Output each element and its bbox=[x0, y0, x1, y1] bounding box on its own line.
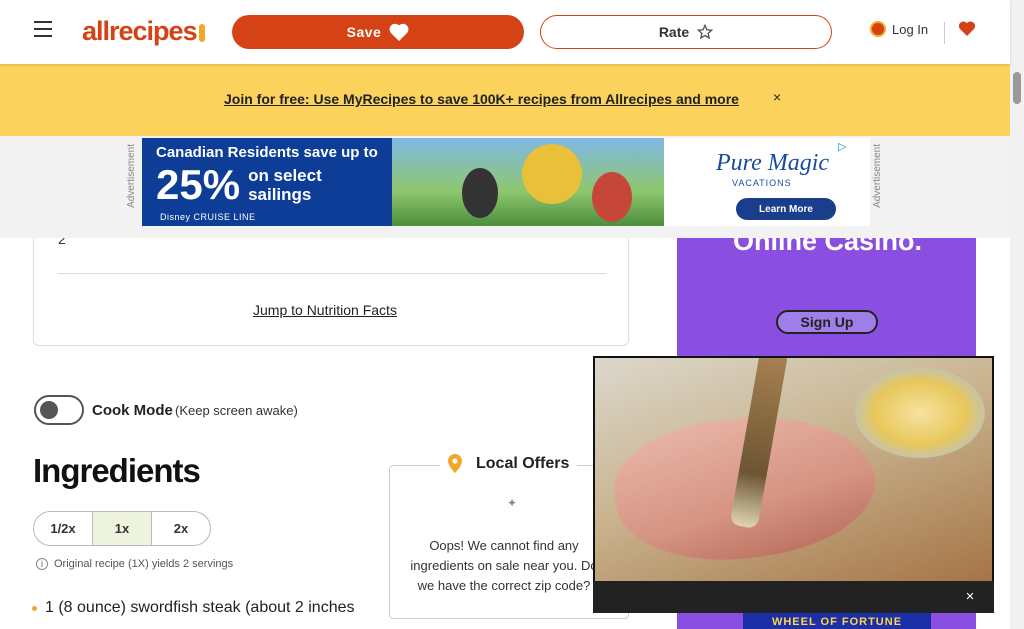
local-offers-header: Local Offers bbox=[440, 454, 578, 473]
ad-right-brand: Pure Magic bbox=[716, 150, 830, 176]
location-pin-icon bbox=[448, 454, 462, 473]
top-ad-region: Advertisement Advertisement Canadian Res… bbox=[0, 136, 1010, 238]
jump-to-nutrition-link[interactable]: Jump to Nutrition Facts bbox=[253, 302, 397, 318]
ad-banner[interactable]: Canadian Residents save up to 25% on sel… bbox=[142, 138, 870, 226]
ad-percent: 25% bbox=[156, 161, 241, 208]
ad-sub-line2: sailings bbox=[248, 185, 312, 204]
loading-icon: ✦ bbox=[507, 496, 518, 510]
video-frame[interactable] bbox=[595, 358, 992, 581]
cook-mode-label: Cook Mode bbox=[92, 402, 173, 419]
rate-button-label: Rate bbox=[658, 24, 690, 40]
video-control-bar bbox=[593, 581, 994, 613]
original-recipe-note: i Original recipe (1X) yields 2 servings bbox=[36, 558, 233, 570]
site-logo[interactable]: allrecipes bbox=[82, 16, 205, 48]
logo-text: allrecipes bbox=[82, 16, 198, 46]
ad-right-sub: VACATIONS bbox=[732, 178, 792, 188]
ad-character bbox=[522, 144, 582, 204]
login-button[interactable]: Log In bbox=[870, 21, 928, 37]
bowl-image bbox=[855, 368, 985, 458]
recipe-details-card: 2 bbox=[33, 225, 629, 346]
ad-label: Advertisement bbox=[872, 144, 883, 208]
ad-choices-icon[interactable]: ▷ bbox=[838, 140, 846, 153]
heart-icon bbox=[958, 21, 976, 36]
site-header: allrecipes Save Rate Log In bbox=[0, 0, 1010, 64]
ad-offer: 25% on select sailings bbox=[156, 164, 378, 206]
ad-sub-line1: on select bbox=[248, 166, 322, 185]
close-icon[interactable]: × bbox=[773, 90, 787, 104]
join-promo-link[interactable]: Join for free: Use MyRecipes to save 100… bbox=[224, 91, 739, 107]
ingredient-text: 1 (8 ounce) swordfish steak (about 2 inc… bbox=[45, 599, 355, 616]
scale-2x-button[interactable]: 2x bbox=[152, 512, 210, 545]
cook-mode-toggle[interactable] bbox=[34, 395, 84, 425]
page-scrollbar[interactable] bbox=[1010, 0, 1024, 629]
page: allrecipes Save Rate Log In Join for fre… bbox=[0, 0, 1024, 629]
ad-headline: Canadian Residents save up to bbox=[156, 144, 378, 161]
user-icon bbox=[870, 21, 886, 37]
local-offers-title: Local Offers bbox=[476, 454, 570, 472]
ad-label: Advertisement bbox=[126, 144, 137, 208]
ad-sub: on select sailings bbox=[248, 166, 322, 204]
save-button-label: Save bbox=[346, 24, 382, 40]
logo-mark-icon bbox=[198, 23, 205, 42]
close-video-icon[interactable]: × bbox=[962, 589, 978, 605]
ad-left-panel: Canadian Residents save up to 25% on sel… bbox=[142, 138, 392, 226]
divider bbox=[58, 273, 606, 274]
ingredient-item[interactable]: 1 (8 ounce) swordfish steak (about 2 inc… bbox=[32, 599, 355, 617]
heart-icon bbox=[389, 23, 409, 41]
servings-scale-selector: 1/2x 1x 2x bbox=[33, 511, 211, 546]
scale-half-button[interactable]: 1/2x bbox=[34, 512, 93, 545]
header-divider bbox=[944, 22, 945, 44]
sign-up-button[interactable]: Sign Up bbox=[776, 310, 878, 334]
rate-button[interactable]: Rate bbox=[540, 15, 832, 49]
side-ad-title: Online Casino. bbox=[733, 238, 923, 256]
video-player[interactable]: × bbox=[593, 356, 994, 613]
star-icon bbox=[697, 24, 714, 40]
local-offers-message: Oops! We cannot find any ingredients on … bbox=[410, 538, 598, 593]
toggle-knob bbox=[40, 401, 58, 419]
bullet-icon bbox=[32, 605, 37, 611]
login-label: Log In bbox=[892, 21, 929, 37]
menu-icon[interactable] bbox=[34, 21, 52, 37]
scrollbar-thumb[interactable] bbox=[1013, 72, 1021, 104]
original-recipe-text: Original recipe (1X) yields 2 servings bbox=[54, 558, 234, 570]
ad-character bbox=[462, 168, 498, 218]
save-button[interactable]: Save bbox=[232, 15, 524, 49]
info-icon[interactable]: i bbox=[36, 558, 48, 570]
promo-bar: Join for free: Use MyRecipes to save 100… bbox=[0, 64, 1010, 136]
ingredients-title: Ingredients bbox=[33, 452, 201, 489]
scale-1x-button[interactable]: 1x bbox=[93, 512, 152, 545]
ad-brand: Disney CRUISE LINE bbox=[160, 212, 256, 222]
ad-image bbox=[392, 138, 664, 226]
cook-mode-hint: (Keep screen awake) bbox=[175, 403, 298, 418]
ad-character bbox=[592, 172, 632, 222]
ad-learn-more-button[interactable]: Learn More bbox=[736, 198, 836, 220]
saved-recipes-button[interactable] bbox=[958, 20, 976, 42]
